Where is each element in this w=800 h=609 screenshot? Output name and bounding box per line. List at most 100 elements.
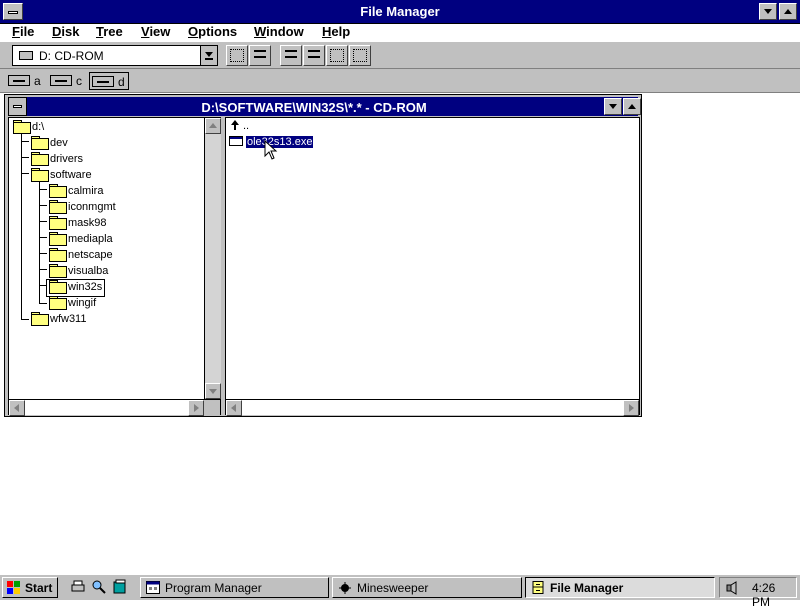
task-minesweeper[interactable]: Minesweeper (332, 577, 522, 598)
tree-node-root[interactable]: d:\ (13, 120, 44, 136)
tree-vertical-scrollbar[interactable] (204, 118, 221, 399)
child-minimize-button[interactable] (604, 98, 622, 115)
tree-node-software[interactable]: software (31, 168, 92, 184)
mouse-pointer-icon (264, 140, 278, 160)
menu-view[interactable]: View (141, 24, 170, 39)
directory-window[interactable]: D:\SOFTWARE\WIN32S\*.* - CD-ROM d:\ dev … (4, 94, 642, 417)
tree-node-netscape[interactable]: netscape (49, 248, 113, 264)
task-file-manager[interactable]: File Manager (525, 577, 715, 598)
file-horizontal-scrollbar[interactable] (226, 399, 639, 416)
drive-select-dropdown-button[interactable] (200, 46, 217, 65)
sort-by-type-button[interactable] (303, 45, 325, 66)
tree-scroll-down-button[interactable] (205, 383, 221, 399)
tree-scroll-right-button[interactable] (188, 400, 204, 416)
directory-window-title: D:\SOFTWARE\WIN32S\*.* - CD-ROM (201, 100, 427, 115)
tree-node-iconmgmt[interactable]: iconmgmt (49, 200, 116, 216)
sort-by-name-button[interactable] (280, 45, 302, 66)
folder-open-icon (13, 120, 31, 134)
help-book-icon[interactable] (112, 579, 128, 595)
task-label: Program Manager (165, 581, 262, 595)
properties-button[interactable] (349, 45, 371, 66)
tree-node-label: netscape (68, 249, 113, 261)
windows-logo-icon (7, 581, 21, 594)
minimize-button[interactable] (759, 3, 777, 20)
maximize-icon (784, 9, 792, 14)
tree-node-label: drivers (50, 153, 84, 165)
arrow-left-icon (14, 404, 19, 412)
disconnect-network-drive-button[interactable] (249, 45, 271, 66)
minimize-icon (609, 104, 617, 109)
printer-icon[interactable] (70, 579, 86, 595)
tree-scroll-up-button[interactable] (205, 118, 221, 134)
tree-scroll-left-button[interactable] (9, 400, 25, 416)
folder-icon (31, 312, 49, 326)
tree-node-mask98[interactable]: mask98 (49, 216, 107, 232)
menu-file[interactable]: File (12, 24, 34, 39)
maximize-icon (628, 104, 636, 109)
up-directory-icon (229, 120, 243, 130)
cdrom-drive-icon (92, 76, 114, 87)
file-scroll-left-button[interactable] (226, 400, 242, 416)
tree-node-label: wingif (68, 297, 97, 309)
folder-icon (49, 216, 67, 230)
child-system-menu-button[interactable] (8, 97, 27, 116)
menu-help[interactable]: Help (322, 24, 350, 39)
clock[interactable]: 4:26 PM (752, 581, 796, 609)
search-icon[interactable] (91, 579, 107, 595)
task-program-manager[interactable]: Program Manager (140, 577, 329, 598)
network-connect-icon (230, 49, 244, 62)
file-hscroll-track[interactable] (242, 400, 623, 415)
file-list-pane[interactable]: .. ole32s13.exe (225, 117, 640, 416)
file-item-updir[interactable]: .. (229, 120, 249, 132)
child-maximize-button[interactable] (623, 98, 641, 115)
executable-file-icon (229, 136, 243, 146)
toolbar: D: CD-ROM (0, 41, 800, 69)
tree-hscroll-track[interactable] (25, 400, 188, 415)
tree-node-win32s[interactable]: win32s (45, 279, 106, 297)
tree-node-wfw311[interactable]: wfw311 (31, 312, 86, 328)
menu-options[interactable]: Options (188, 24, 237, 39)
menu-window[interactable]: Window (254, 24, 304, 39)
directory-window-title-bar[interactable]: D:\SOFTWARE\WIN32S\*.* - CD-ROM (8, 97, 641, 116)
drive-a[interactable]: a (8, 72, 42, 90)
directory-tree-pane[interactable]: d:\ dev drivers software calmira iconmgm… (8, 117, 221, 416)
hard-drive-icon (50, 75, 72, 86)
tree-node-dev[interactable]: dev (31, 136, 68, 152)
tree-node-label: software (50, 169, 92, 181)
tree-node-calmira[interactable]: calmira (49, 184, 103, 200)
drive-select[interactable]: D: CD-ROM (12, 45, 218, 66)
tree-node-visualba[interactable]: visualba (49, 264, 108, 280)
drive-d[interactable]: d (89, 72, 129, 90)
taskbar: Start Program Manager Minesweeper File M… (0, 574, 800, 609)
title-bar[interactable]: File Manager (0, 0, 800, 24)
folder-icon (49, 248, 67, 262)
properties-icon (353, 49, 367, 62)
folder-icon (49, 296, 67, 310)
tree-node-mediapla[interactable]: mediapla (49, 232, 113, 248)
chevron-down-icon (205, 52, 213, 57)
task-label: Minesweeper (357, 581, 429, 595)
drive-a-label: a (34, 74, 41, 88)
folder-icon (49, 200, 67, 214)
speaker-icon[interactable] (725, 581, 741, 595)
file-scroll-right-button[interactable] (623, 400, 639, 416)
menu-bar: File Disk Tree View Options Window Help (0, 24, 800, 41)
menu-tree[interactable]: Tree (96, 24, 123, 39)
tree-scroll-track[interactable] (205, 134, 221, 383)
new-window-button[interactable] (326, 45, 348, 66)
tree-horizontal-scrollbar[interactable] (9, 399, 220, 416)
tree-node-wingif[interactable]: wingif (49, 296, 96, 312)
program-manager-icon (146, 581, 160, 594)
start-button[interactable]: Start (2, 577, 58, 598)
folder-open-icon (31, 168, 49, 182)
minimize-icon (764, 9, 772, 14)
arrow-left-icon (231, 404, 236, 412)
tree-node-label: win32s (68, 281, 103, 293)
maximize-button[interactable] (779, 3, 797, 20)
file-cabinet-icon (532, 581, 544, 594)
connect-network-drive-button[interactable] (226, 45, 248, 66)
tree-node-drivers[interactable]: drivers (31, 152, 83, 168)
menu-disk[interactable]: Disk (52, 24, 79, 39)
floppy-drive-icon (8, 75, 30, 86)
drive-c[interactable]: c (50, 72, 84, 90)
